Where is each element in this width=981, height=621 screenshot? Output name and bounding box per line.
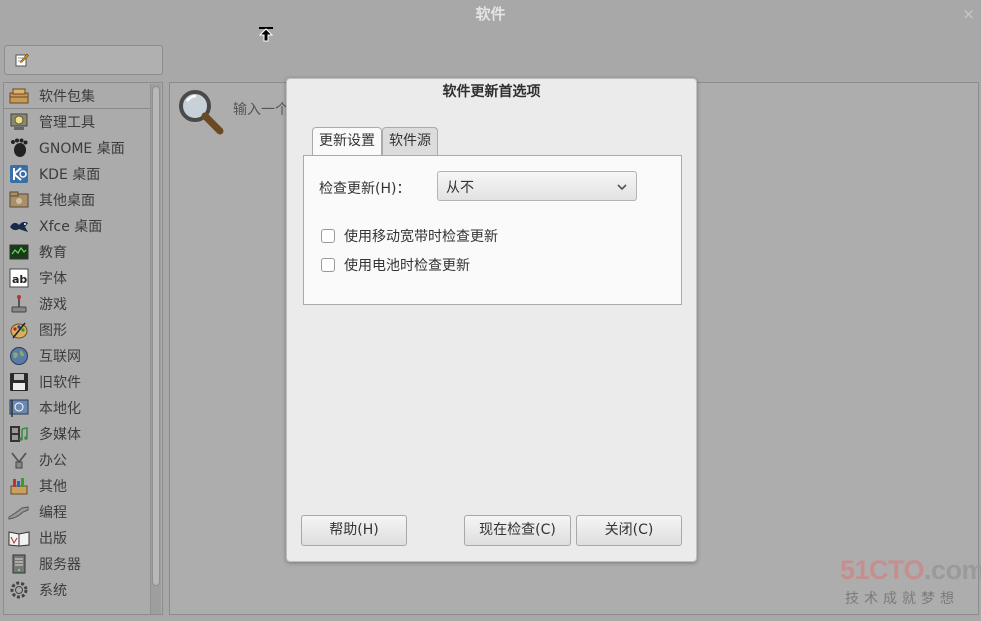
sidebar-item-label: 其他桌面 <box>39 193 95 209</box>
office-icon <box>8 450 30 470</box>
sidebar-item-label: 旧软件 <box>39 375 81 391</box>
sidebar-item-localization[interactable]: 本地化 <box>4 395 150 421</box>
sidebar-scrollbar[interactable] <box>150 84 161 614</box>
kde-icon <box>8 164 30 184</box>
search-magnifier-icon <box>179 90 224 135</box>
package-collection-icon <box>8 86 30 106</box>
sidebar-item-label: 图形 <box>39 323 67 339</box>
svg-text:ab: ab <box>12 273 27 286</box>
sidebar-item-label: 服务器 <box>39 557 81 573</box>
mouse-cursor-icon <box>258 27 274 42</box>
window-title: 软件 <box>475 5 506 23</box>
sidebar-item-programming[interactable]: 编程 <box>4 499 150 525</box>
graphics-icon <box>8 320 30 340</box>
category-sidebar: 软件包集 管理工具 GNOME 桌面 KDE 桌面 其他桌面 Xfce 桌面 教… <box>3 82 163 615</box>
legacy-icon <box>8 372 30 392</box>
sidebar-item-multimedia[interactable]: 多媒体 <box>4 421 150 447</box>
sidebar-item-office[interactable]: 办公 <box>4 447 150 473</box>
sidebar-item-package-collections[interactable]: 软件包集 <box>4 83 150 109</box>
mobile-broadband-label: 使用移动宽带时检查更新 <box>344 229 498 245</box>
sidebar-item-graphics[interactable]: 图形 <box>4 317 150 343</box>
window-close-icon[interactable]: × <box>962 0 975 28</box>
sidebar-item-internet[interactable]: 互联网 <box>4 343 150 369</box>
sidebar-item-other[interactable]: 其他 <box>4 473 150 499</box>
update-settings-panel: 检查更新(H)： 从不 使用移动宽带时检查更新 使用电池时检查更新 <box>303 155 682 305</box>
check-updates-dropdown[interactable]: 从不 <box>437 171 637 201</box>
sidebar-item-other-desktops[interactable]: 其他桌面 <box>4 187 150 213</box>
internet-icon <box>8 346 30 366</box>
sidebar-item-label: 游戏 <box>39 297 67 313</box>
battery-checkbox[interactable] <box>321 258 335 272</box>
check-updates-value: 从不 <box>446 180 474 196</box>
sidebar-item-servers[interactable]: 服务器 <box>4 551 150 577</box>
localization-icon <box>8 398 30 418</box>
sidebar-item-fonts[interactable]: ab 字体 <box>4 265 150 291</box>
multimedia-icon <box>8 424 30 444</box>
sidebar-item-publishing[interactable]: 出版 <box>4 525 150 551</box>
education-icon <box>8 242 30 262</box>
mobile-broadband-checkbox-row[interactable]: 使用移动宽带时检查更新 <box>321 227 621 245</box>
edit-source-button[interactable] <box>4 45 163 75</box>
fonts-icon: ab <box>8 268 30 288</box>
sidebar-item-education[interactable]: 教育 <box>4 239 150 265</box>
check-now-button[interactable]: 现在检查(C) <box>464 515 571 546</box>
system-icon <box>8 580 30 600</box>
gnome-icon <box>8 138 30 158</box>
sidebar-item-label: 字体 <box>39 271 67 287</box>
sidebar-item-label: KDE 桌面 <box>39 167 101 183</box>
programming-icon <box>8 502 30 522</box>
watermark: 51CTO.com 技术成就梦想 <box>840 555 981 610</box>
dialog-tabs: 更新设置 软件源 <box>312 127 438 156</box>
sidebar-item-gnome[interactable]: GNOME 桌面 <box>4 135 150 161</box>
other-icon <box>8 476 30 496</box>
other-desktops-icon <box>8 190 30 210</box>
check-updates-label: 检查更新(H)： <box>319 181 411 197</box>
tab-update-settings[interactable]: 更新设置 <box>312 127 382 156</box>
help-button[interactable]: 帮助(H) <box>301 515 407 546</box>
sidebar-item-admin-tools[interactable]: 管理工具 <box>4 109 150 135</box>
watermark-logo: 51CTO.com <box>840 555 981 585</box>
update-preferences-dialog: 软件更新首选项 更新设置 软件源 检查更新(H)： 从不 使用移动宽带时检查更新… <box>286 78 697 562</box>
tab-software-sources[interactable]: 软件源 <box>382 127 438 155</box>
sidebar-item-system[interactable]: 系统 <box>4 577 150 603</box>
admin-tools-icon <box>8 112 30 132</box>
servers-icon <box>8 554 30 574</box>
sidebar-item-label: 系统 <box>39 583 67 599</box>
edit-icon <box>15 53 29 67</box>
mobile-broadband-checkbox[interactable] <box>321 229 335 243</box>
sidebar-item-label: 多媒体 <box>39 427 81 443</box>
search-hint-text: 输入一个 <box>233 102 289 118</box>
watermark-tagline: 技术成就梦想 <box>845 591 959 607</box>
battery-checkbox-row[interactable]: 使用电池时检查更新 <box>321 256 621 274</box>
sidebar-item-label: 互联网 <box>39 349 81 365</box>
sidebar-item-label: 教育 <box>39 245 67 261</box>
sidebar-item-xfce[interactable]: Xfce 桌面 <box>4 213 150 239</box>
sidebar-item-label: 管理工具 <box>39 115 95 131</box>
sidebar-item-label: GNOME 桌面 <box>39 141 125 157</box>
sidebar-item-label: Xfce 桌面 <box>39 219 103 235</box>
window-titlebar: 软件 × <box>0 0 981 28</box>
sidebar-item-label: 出版 <box>39 531 67 547</box>
sidebar-item-label: 其他 <box>39 479 67 495</box>
sidebar-item-label: 办公 <box>39 453 67 469</box>
sidebar-item-games[interactable]: 游戏 <box>4 291 150 317</box>
chevron-down-icon <box>617 184 627 191</box>
dialog-title: 软件更新首选项 <box>442 84 541 100</box>
battery-label: 使用电池时检查更新 <box>344 258 470 274</box>
publishing-icon <box>8 528 30 548</box>
sidebar-item-legacy[interactable]: 旧软件 <box>4 369 150 395</box>
xfce-icon <box>8 216 30 236</box>
scrollbar-thumb[interactable] <box>152 86 160 586</box>
close-button[interactable]: 关闭(C) <box>576 515 682 546</box>
games-icon <box>8 294 30 314</box>
sidebar-item-label: 软件包集 <box>39 88 95 105</box>
sidebar-item-kde[interactable]: KDE 桌面 <box>4 161 150 187</box>
sidebar-item-label: 本地化 <box>39 401 81 417</box>
sidebar-item-label: 编程 <box>39 505 67 521</box>
